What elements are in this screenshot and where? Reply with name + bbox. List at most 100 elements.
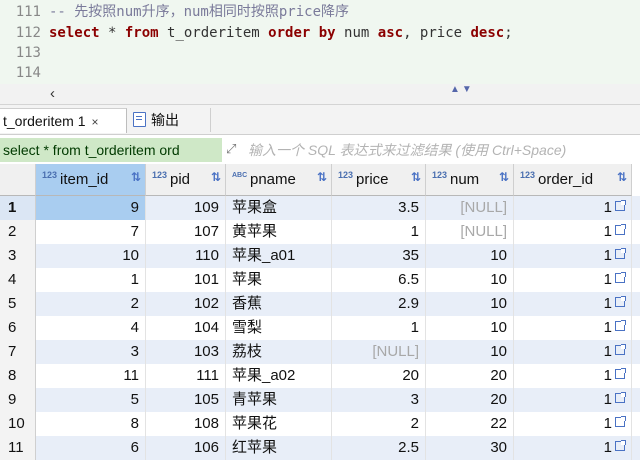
column-header-price[interactable]: 123 price ⇅: [332, 164, 426, 196]
cell-price[interactable]: 1: [332, 316, 426, 340]
expand-icon[interactable]: ⤢: [226, 141, 236, 157]
cell-pid[interactable]: 102: [146, 292, 226, 316]
open-reference-icon[interactable]: [615, 440, 626, 451]
cell-num[interactable]: 10: [426, 244, 514, 268]
cell-price[interactable]: 35: [332, 244, 426, 268]
table-row[interactable]: 10 8 108 苹果花 2 22 1: [0, 412, 640, 436]
table-row[interactable]: 6 4 104 雪梨 1 10 1: [0, 316, 640, 340]
cell-order-id[interactable]: 1: [514, 196, 632, 220]
filter-input[interactable]: 输入一个 SQL 表达式来过滤结果 (使用 Ctrl+Space): [248, 138, 566, 162]
row-number[interactable]: 5: [0, 292, 36, 316]
cell-order-id[interactable]: 1: [514, 268, 632, 292]
table-row[interactable]: 4 1 101 苹果 6.5 10 1: [0, 268, 640, 292]
cell-item-id[interactable]: 3: [36, 340, 146, 364]
cell-num[interactable]: [NULL]: [426, 220, 514, 244]
cell-pname[interactable]: 青苹果: [226, 388, 332, 412]
cell-price[interactable]: 6.5: [332, 268, 426, 292]
open-reference-icon[interactable]: [615, 344, 626, 355]
cell-pname[interactable]: 苹果盒: [226, 196, 332, 220]
open-reference-icon[interactable]: [615, 224, 626, 235]
cell-item-id[interactable]: 5: [36, 388, 146, 412]
open-reference-icon[interactable]: [615, 200, 626, 211]
cell-price[interactable]: 2.5: [332, 436, 426, 460]
cell-price[interactable]: 1: [332, 220, 426, 244]
cell-order-id[interactable]: 1: [514, 316, 632, 340]
tab-t-orderitem-1[interactable]: t_orderitem 1 ×: [0, 108, 127, 133]
row-number[interactable]: 4: [0, 268, 36, 292]
sort-filter-icon[interactable]: ⇅: [131, 170, 141, 184]
cell-price[interactable]: 3: [332, 388, 426, 412]
sql-editor[interactable]: 111 -- 先按照num升序，num相同时按照price降序 112 select…: [0, 0, 640, 85]
cell-pname[interactable]: 苹果_a02: [226, 364, 332, 388]
cell-price[interactable]: 2: [332, 412, 426, 436]
table-row[interactable]: 5 2 102 香蕉 2.9 10 1: [0, 292, 640, 316]
sort-filter-icon[interactable]: ⇅: [617, 170, 627, 184]
open-reference-icon[interactable]: [615, 272, 626, 283]
table-row[interactable]: 2 7 107 黄苹果 1 [NULL] 1: [0, 220, 640, 244]
open-reference-icon[interactable]: [615, 416, 626, 427]
cell-pid[interactable]: 110: [146, 244, 226, 268]
cell-pname[interactable]: 苹果花: [226, 412, 332, 436]
cell-item-id[interactable]: 8: [36, 412, 146, 436]
open-reference-icon[interactable]: [615, 392, 626, 403]
open-reference-icon[interactable]: [615, 368, 626, 379]
cell-item-id[interactable]: 1: [36, 268, 146, 292]
cell-num[interactable]: [NULL]: [426, 196, 514, 220]
cell-pid[interactable]: 111: [146, 364, 226, 388]
cell-pname[interactable]: 苹果: [226, 268, 332, 292]
cell-price[interactable]: 3.5: [332, 196, 426, 220]
editor-horizontal-scrollbar[interactable]: ‹ ▲▼: [0, 84, 640, 105]
table-row[interactable]: 3 10 110 苹果_a01 35 10 1: [0, 244, 640, 268]
table-row[interactable]: 7 3 103 荔枝 [NULL] 10 1: [0, 340, 640, 364]
cell-num[interactable]: 10: [426, 340, 514, 364]
cell-item-id[interactable]: 9: [36, 196, 146, 220]
sort-filter-icon[interactable]: ⇅: [317, 170, 327, 184]
cell-pid[interactable]: 109: [146, 196, 226, 220]
column-header-pname[interactable]: ABC pname ⇅: [226, 164, 332, 196]
cell-price[interactable]: 2.9: [332, 292, 426, 316]
row-number[interactable]: 2: [0, 220, 36, 244]
cell-price[interactable]: 20: [332, 364, 426, 388]
cell-order-id[interactable]: 1: [514, 244, 632, 268]
cell-pname[interactable]: 荔枝: [226, 340, 332, 364]
cell-num[interactable]: 30: [426, 436, 514, 460]
cell-num[interactable]: 10: [426, 292, 514, 316]
panel-resize-handle-icon[interactable]: ▲▼: [450, 84, 474, 95]
column-header-item-id[interactable]: 123 item_id ⇅: [36, 164, 146, 196]
cell-pname[interactable]: 香蕉: [226, 292, 332, 316]
cell-num[interactable]: 10: [426, 268, 514, 292]
column-header-pid[interactable]: 123 pid ⇅: [146, 164, 226, 196]
row-number[interactable]: 1: [0, 196, 36, 220]
table-row[interactable]: 9 5 105 青苹果 3 20 1: [0, 388, 640, 412]
row-number[interactable]: 6: [0, 316, 36, 340]
cell-order-id[interactable]: 1: [514, 292, 632, 316]
table-row[interactable]: 8 11 111 苹果_a02 20 20 1: [0, 364, 640, 388]
cell-item-id[interactable]: 2: [36, 292, 146, 316]
cell-item-id[interactable]: 6: [36, 436, 146, 460]
table-row[interactable]: 11 6 106 红苹果 2.5 30 1: [0, 436, 640, 460]
open-reference-icon[interactable]: [615, 296, 626, 307]
row-number[interactable]: 9: [0, 388, 36, 412]
cell-price[interactable]: [NULL]: [332, 340, 426, 364]
row-number[interactable]: 7: [0, 340, 36, 364]
scroll-left-icon[interactable]: ‹: [50, 85, 55, 102]
close-icon[interactable]: ×: [91, 110, 98, 134]
open-reference-icon[interactable]: [615, 248, 626, 259]
cell-order-id[interactable]: 1: [514, 340, 632, 364]
cell-order-id[interactable]: 1: [514, 412, 632, 436]
cell-pname[interactable]: 雪梨: [226, 316, 332, 340]
cell-pid[interactable]: 107: [146, 220, 226, 244]
cell-pname[interactable]: 苹果_a01: [226, 244, 332, 268]
cell-pid[interactable]: 101: [146, 268, 226, 292]
cell-pname[interactable]: 红苹果: [226, 436, 332, 460]
cell-item-id[interactable]: 7: [36, 220, 146, 244]
cell-item-id[interactable]: 11: [36, 364, 146, 388]
open-reference-icon[interactable]: [615, 320, 626, 331]
cell-item-id[interactable]: 4: [36, 316, 146, 340]
cell-pid[interactable]: 105: [146, 388, 226, 412]
column-header-order-id[interactable]: 123 order_id ⇅: [514, 164, 632, 196]
cell-pid[interactable]: 106: [146, 436, 226, 460]
sort-filter-icon[interactable]: ⇅: [211, 170, 221, 184]
cell-pid[interactable]: 103: [146, 340, 226, 364]
cell-pname[interactable]: 黄苹果: [226, 220, 332, 244]
